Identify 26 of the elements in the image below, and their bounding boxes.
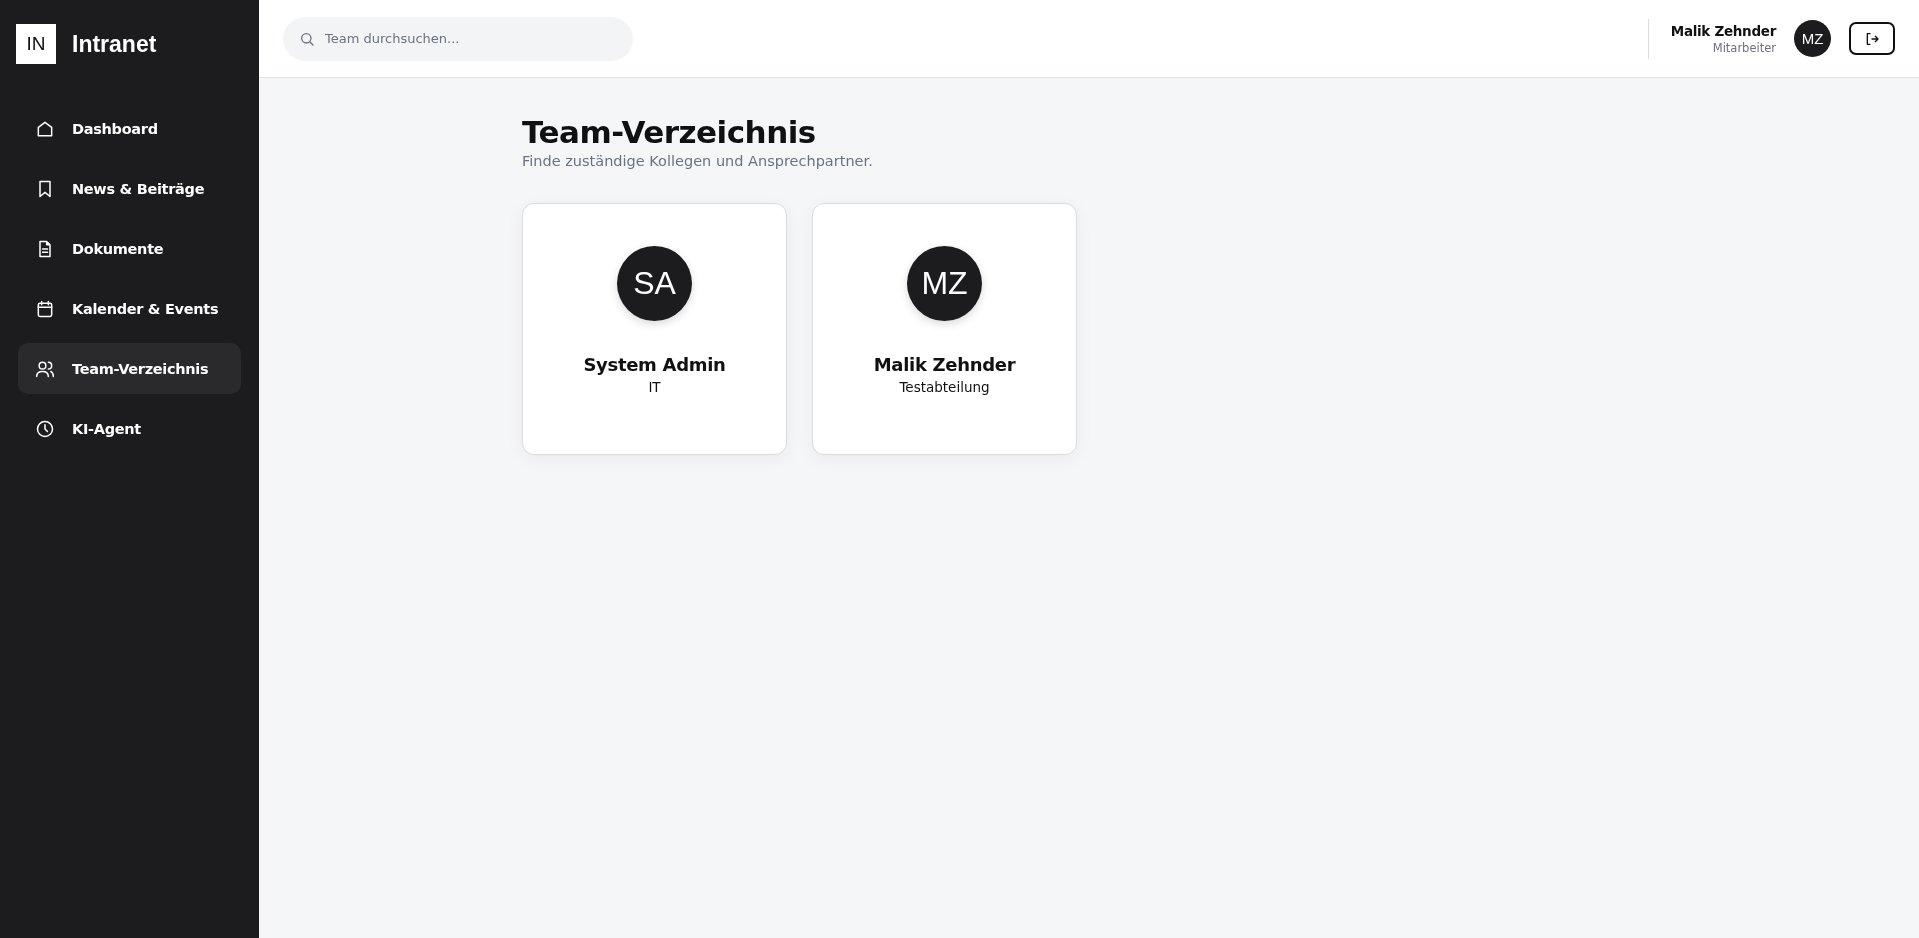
logo-badge: IN — [16, 24, 56, 64]
user-role: Mitarbeiter — [1712, 40, 1776, 55]
logout-button[interactable] — [1849, 22, 1895, 55]
member-avatar: SA — [617, 246, 692, 322]
nav-item[interactable]: News & Beiträge — [18, 163, 241, 214]
app-title: Intranet — [72, 30, 157, 58]
user-name: Malik Zehnder — [1670, 22, 1776, 39]
logout-icon — [1864, 30, 1880, 47]
page-subtitle: Finde zuständige Kollegen und Ansprechpartner. — [522, 153, 874, 170]
member-avatar: MZ — [907, 246, 982, 322]
member-card[interactable]: SA System Admin IT — [522, 203, 787, 456]
member-name: System Admin — [583, 354, 726, 376]
member-name: Malik Zehnder — [873, 354, 1016, 376]
nav-item[interactable]: Team-Verzeichnis — [18, 343, 241, 394]
nav-item[interactable]: Dashboard — [18, 103, 241, 154]
nav-item[interactable]: Kalender & Events — [18, 283, 241, 334]
page-title: Team-Verzeichnis — [522, 114, 817, 152]
nav-item[interactable]: KI-Agent — [18, 403, 241, 454]
clock-icon — [35, 418, 55, 439]
member-department: IT — [648, 379, 661, 396]
member-card[interactable]: MZ Malik Zehnder Testabteilung — [812, 203, 1077, 456]
nav-item[interactable]: Dokumente — [18, 223, 241, 274]
user-avatar[interactable]: MZ — [1794, 20, 1831, 57]
search-field[interactable]: Team durchsuchen... — [283, 16, 633, 61]
member-department: Testabteilung — [899, 379, 990, 396]
calendar-icon — [35, 298, 55, 319]
